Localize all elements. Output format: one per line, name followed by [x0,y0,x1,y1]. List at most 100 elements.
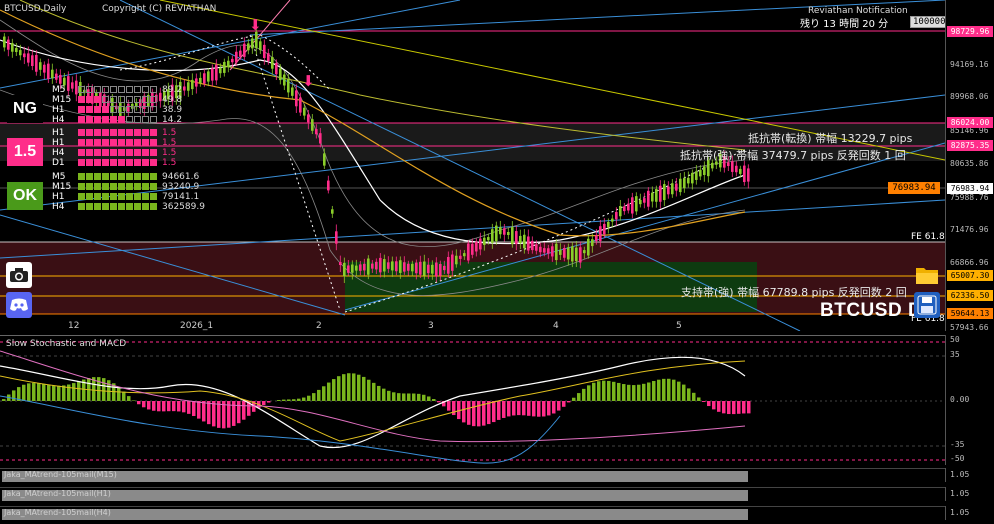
time-label: 4 [553,321,559,331]
signal-cell [142,86,149,93]
macd-bar [637,384,641,401]
fe-upper-label: FE 61.8 [911,232,945,242]
indicator-label: Jaka_MAtrend-105mail(H1) [4,489,111,498]
camera-icon[interactable] [6,262,32,288]
signal-cell [78,96,85,103]
macd-bar [437,401,441,403]
macd-bar [372,382,376,401]
resistance-switch-label: 抵抗帯(転換) 帯幅 13229.7 pips [748,132,913,145]
signal-value: 1.5 [162,158,177,168]
signal-cell [118,173,125,180]
macd-bar [332,379,336,401]
time-axis: 12 2026_1 2 3 4 5 [0,321,945,331]
signal-cell [102,96,109,103]
macd-bar [172,401,176,412]
price-tick: 94169.16 [950,60,989,69]
macd-bar [387,390,391,401]
signal-cell [118,106,125,113]
signal-cell [86,86,93,93]
signal-cell [126,86,133,93]
signal-cell [142,203,149,210]
macd-bar [217,401,221,428]
macd-bar [77,381,81,401]
signal-value: 49.8 [162,95,183,105]
timeframe-label: H4 [52,115,65,125]
signal-cell [78,149,85,156]
discord-icon[interactable] [6,292,32,318]
macd-bar [142,401,146,408]
signal-cell [94,106,101,113]
macd-bar [307,395,311,401]
main-price-chart[interactable]: ⬇ ⬇ BTCUSD,Daily Copyright (C) REVIATHAN… [0,0,945,331]
oscillator-canvas[interactable] [0,336,945,466]
signal-cell [86,203,93,210]
sell-arrow-icon: ⬇ [302,72,315,90]
indicator-panel-m15[interactable]: Jaka_MAtrend-105mail(M15) [0,468,945,483]
indicator-axis-m15: 1.05 [945,468,994,482]
signal-cell [126,139,133,146]
signal-cell [102,116,109,123]
signal-row: H4 14.2 [52,115,182,125]
macd-bar [2,399,6,401]
macd-bar [147,401,151,410]
macd-bar [467,401,471,425]
signal-cell [102,193,109,200]
macd-bar [407,393,411,401]
folder-icon[interactable] [914,262,940,288]
signal-cells [78,158,158,169]
signal-cell [110,183,117,190]
signal-cells [78,115,158,126]
signal-cell [78,183,85,190]
macd-bar [292,399,296,401]
macd-bar [502,401,506,418]
signal-cell [134,116,141,123]
macd-bar [402,393,406,401]
price-axis[interactable]: 94169.16 89968.06 85146.96 80635.86 7598… [945,0,994,332]
macd-bar [342,374,346,401]
timeframe-label: D1 [52,158,65,168]
signal-cell [118,129,125,136]
indicator-panel-h1[interactable]: Jaka_MAtrend-105mail(H1) [0,487,945,502]
signal-cell [102,86,109,93]
indicator-panel-h4[interactable]: Jaka_MAtrend-105mail(H4) [0,506,945,521]
macd-bar [702,401,706,402]
macd-bar [177,401,181,412]
floppy-disk-icon[interactable] [914,292,940,318]
price-tick: 66866.96 [950,258,989,267]
macd-bar [592,382,596,401]
signal-row: M5 89.2 [52,85,182,95]
macd-bar [27,383,31,401]
macd-bar [392,392,396,401]
price-tag-65007: 65007.30 [947,270,993,281]
macd-bar [452,401,456,416]
signal-cell [110,129,117,136]
signal-cell [142,173,149,180]
oscillator-axis: 50 35 0.00 -35 -50 [945,335,994,465]
macd-bar [617,382,621,401]
macd-bar [677,381,681,401]
macd-bar [282,399,286,401]
macd-bar [717,401,721,412]
macd-bar [72,383,76,401]
macd-bar [207,401,211,425]
signal-cell [102,139,109,146]
macd-bar [642,383,646,401]
signal-cell [134,96,141,103]
timeframe-label: M15 [52,182,72,192]
time-label: 12 [68,321,80,331]
macd-bar [377,385,381,401]
signal-cell [126,129,133,136]
macd-bar [587,385,591,401]
signal-cell [86,139,93,146]
signal-cell [78,139,85,146]
indicator-axis-h1: 1.05 [945,487,994,501]
signal-cell [78,106,85,113]
macd-bar [542,401,546,417]
signal-cell [118,96,125,103]
signal-cell [86,183,93,190]
signal-cell [110,159,117,166]
macd-bar [327,382,331,401]
oscillator-panel[interactable]: Slow Stochastic and MACD [0,335,945,466]
macd-bar [347,373,351,401]
osc-tick: 50 [950,335,960,344]
